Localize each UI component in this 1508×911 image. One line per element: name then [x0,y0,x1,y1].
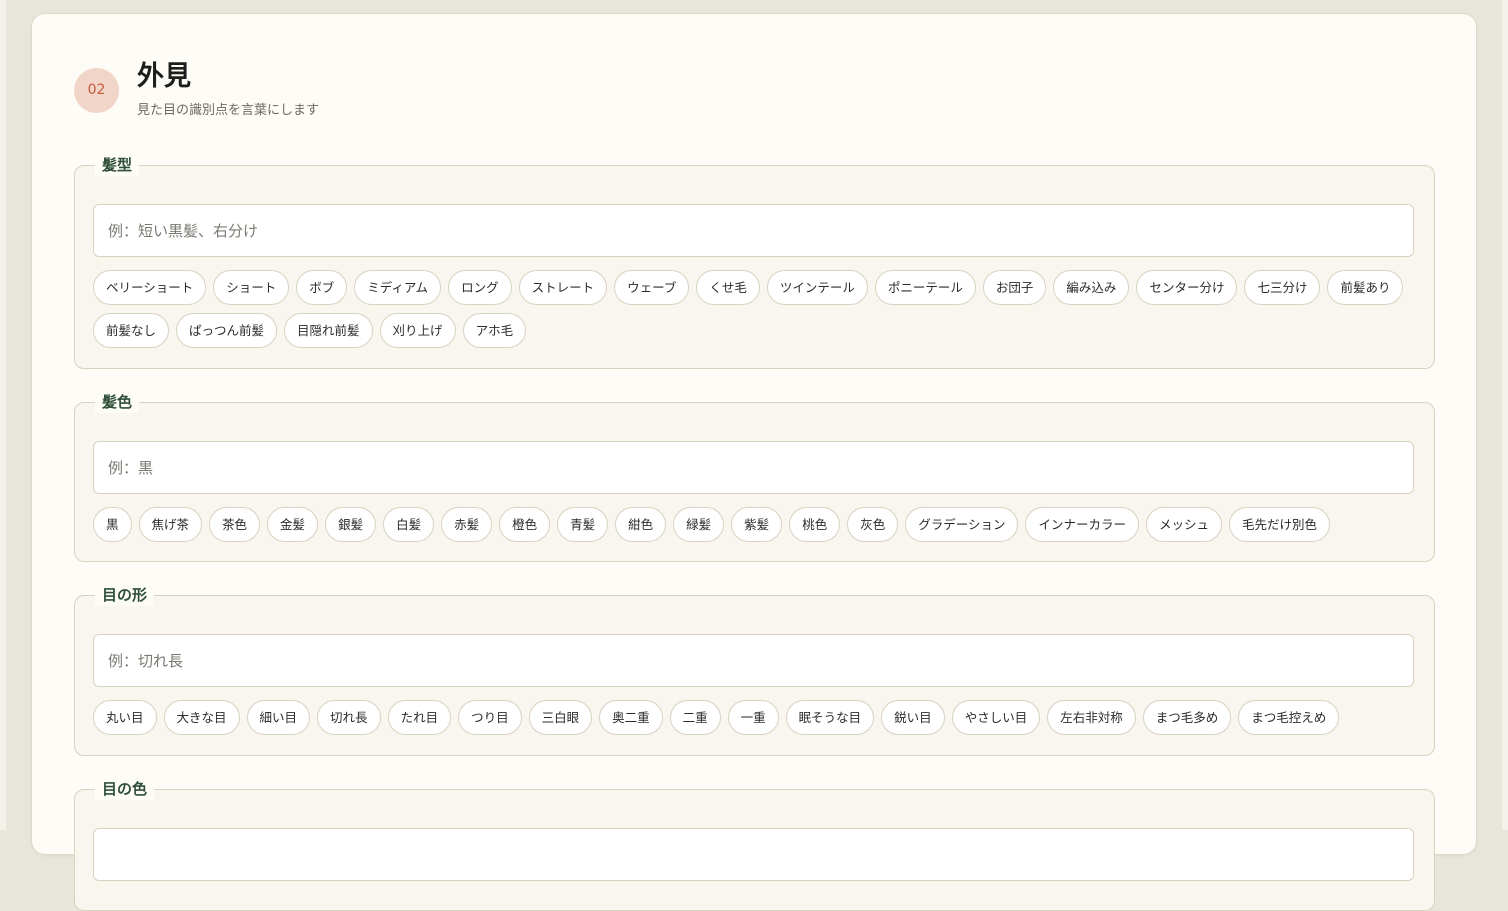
eyeshape-chip[interactable]: まつ毛多め [1142,700,1232,735]
haircolor-chip[interactable]: 毛先だけ別色 [1229,507,1331,542]
haircolor-chip[interactable]: 灰色 [847,507,899,542]
hairstyle-chip[interactable]: 編み込み [1053,270,1130,305]
eyeshape-chip[interactable]: 切れ長 [317,700,381,735]
hairstyle-group: 髪型 ベリーショートショートボブミディアムロングストレートウェーブくせ毛ツインテ… [74,154,1435,369]
hairstyle-chip[interactable]: 目隠れ前髪 [284,313,373,348]
haircolor-chip[interactable]: 桃色 [789,507,841,542]
hairstyle-input[interactable] [93,204,1414,257]
section-header: 02 外見 見た目の識別点を言葉にします [74,60,674,130]
haircolor-chip[interactable]: インナーカラー [1025,507,1139,542]
eyeshape-legend: 目の形 [95,584,155,606]
eyeshape-chip[interactable]: 二重 [669,700,721,735]
section-subtitle: 見た目の識別点を言葉にします [137,103,320,118]
hairstyle-chip[interactable]: ベリーショート [93,270,207,305]
hairstyle-chip[interactable]: ボブ [296,270,348,305]
hairstyle-chip[interactable]: 前髪あり [1327,270,1404,305]
hairstyle-chip[interactable]: 七三分け [1244,270,1321,305]
eyeshape-chips: 丸い目 大きな目 細い目 切れ長 たれ目 つり目 三白眼 奥二重 二重 一重 眠そうな目 鋭い目 やさし… [93,700,1423,735]
haircolor-chip[interactable]: 白髪 [383,507,435,542]
eyeshape-group: 目の形 丸い目大きな目細い目切れ長たれ目つり目三白眼奥二重二重一重眠そうな目鋭い… [74,584,1435,756]
eyecolor-group: 目の色 [74,778,1435,911]
hairstyle-chip[interactable]: くせ毛 [696,270,760,305]
hairstyle-chip[interactable]: 前髪なし [93,313,170,348]
haircolor-chip[interactable]: 焦げ茶 [138,507,203,542]
hairstyle-chip[interactable]: ミディアム [354,270,442,305]
hairstyle-legend: 髪型 [95,154,140,176]
eyeshape-chip[interactable]: 一重 [727,700,779,735]
eyeshape-chip[interactable]: やさしい目 [951,700,1041,735]
hairstyle-chip[interactable]: お団子 [982,270,1047,305]
eyeshape-chip[interactable]: たれ目 [387,700,452,735]
haircolor-chip[interactable]: グラデーション [905,507,1019,542]
haircolor-chip[interactable]: 紺色 [615,507,667,542]
hairstyle-chip[interactable]: ぱっつん前髪 [176,313,278,348]
haircolor-chip[interactable]: 紫髪 [731,507,783,542]
hairstyle-chip[interactable]: ショート [213,270,290,305]
eyeshape-chip[interactable]: つり目 [458,700,522,735]
eyecolor-legend: 目の色 [95,778,155,800]
eyeshape-chip[interactable]: 丸い目 [93,700,157,735]
section-title: 外見 [137,61,191,92]
hairstyle-chip[interactable]: ウェーブ [614,270,690,305]
haircolor-chip[interactable]: 黒 [93,507,132,542]
haircolor-chip[interactable]: メッシュ [1146,507,1223,542]
haircolor-input[interactable] [93,441,1414,494]
eyeshape-chip[interactable]: 三白眼 [528,700,593,735]
step-badge: 02 [74,68,119,113]
hairstyle-chip[interactable]: ロング [448,270,512,305]
hairstyle-chip[interactable]: センター分け [1136,270,1238,305]
eyeshape-chip[interactable]: 眠そうな目 [785,700,875,735]
eyeshape-chip[interactable]: 奥二重 [599,700,663,735]
haircolor-chip[interactable]: 茶色 [209,507,261,542]
page-edge-right [1502,0,1508,830]
haircolor-chip[interactable]: 銀髪 [325,507,377,542]
hairstyle-chip[interactable]: ストレート [518,270,608,305]
hairstyle-chip[interactable]: ツインテール [766,270,868,305]
hairstyle-chips: ベリーショート ショート ボブ ミディアム ロング ストレート ウェーブ くせ毛 ツインテールポ… [93,270,1423,348]
haircolor-chip[interactable]: 金髪 [267,507,319,542]
eyeshape-chip[interactable]: 大きな目 [163,700,240,735]
appearance-card: 02 外見 見た目の識別点を言葉にします 髪型 ベリーショートショートボブミディ… [31,13,1477,911]
haircolor-chip[interactable]: 橙色 [499,507,551,542]
eyecolor-input[interactable] [93,828,1414,881]
eyeshape-chip[interactable]: 左右非対称 [1047,700,1136,735]
eyeshape-chip[interactable]: まつ毛控えめ [1238,700,1340,735]
eyeshape-chip[interactable]: 細い目 [246,700,311,735]
haircolor-legend: 髪色 [95,391,140,413]
haircolor-chips: 黒焦げ茶 茶色 金髪 銀髪 白髪 赤髪 橙色 青髪 紺色 緑髪 紫髪 桃色 灰色 グラデーション インナーカ… [93,507,1423,542]
eyeshape-chip[interactable]: 鋭い目 [881,700,945,735]
eyeshape-input[interactable] [93,634,1414,687]
haircolor-group: 髪色 黒焦げ茶茶色金髪銀髪白髪赤髪橙色青髪紺色緑髪紫髪桃色灰色グラデーションイン… [74,391,1435,562]
haircolor-chip[interactable]: 赤髪 [441,507,493,542]
page-edge-left [0,0,6,830]
haircolor-chip[interactable]: 緑髪 [673,507,725,542]
hairstyle-chip[interactable]: ポニーテール [874,270,976,305]
haircolor-chip[interactable]: 青髪 [557,507,609,542]
hairstyle-chip[interactable]: 刈り上げ [379,313,456,348]
hairstyle-chip[interactable]: アホ毛 [462,313,527,348]
